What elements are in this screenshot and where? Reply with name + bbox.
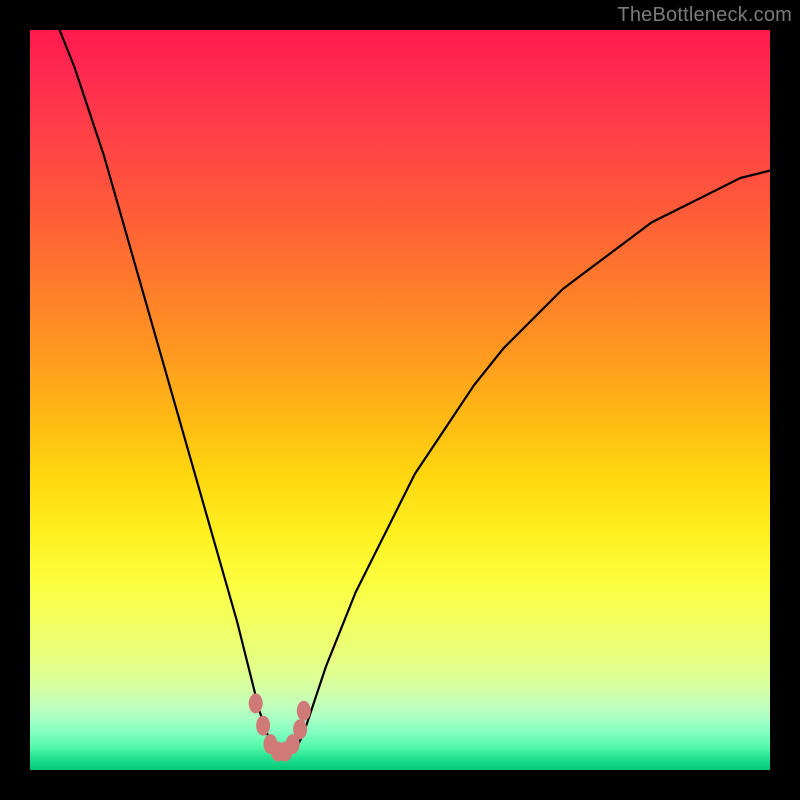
curve-layer (30, 30, 770, 770)
chart-frame: TheBottleneck.com (0, 0, 800, 800)
bottleneck-curve (60, 30, 770, 755)
curve-markers (249, 693, 311, 761)
curve-marker (297, 701, 311, 721)
watermark-text: TheBottleneck.com (617, 4, 792, 27)
curve-marker (249, 693, 263, 713)
plot-area (30, 30, 770, 770)
curve-marker (256, 716, 270, 736)
curve-marker (293, 719, 307, 739)
